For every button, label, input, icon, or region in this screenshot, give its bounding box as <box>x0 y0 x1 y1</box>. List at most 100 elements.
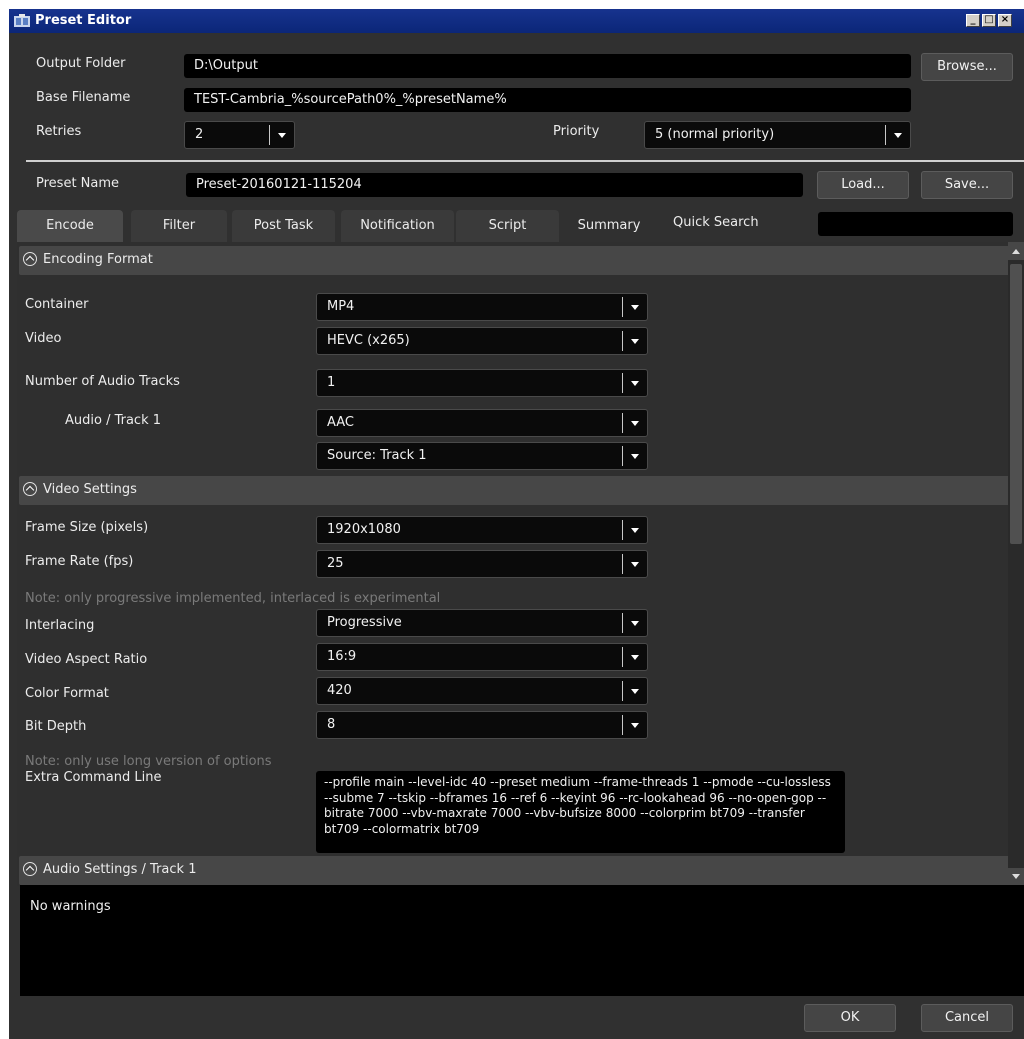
chevron-down-icon <box>631 723 639 728</box>
bit-depth-select[interactable]: 8 <box>316 711 648 739</box>
chevron-down-icon <box>631 655 639 660</box>
audio-track-label: Audio / Track 1 <box>65 413 162 428</box>
chevron-down-icon <box>631 562 639 567</box>
video-codec-select[interactable]: HEVC (x265) <box>316 327 648 355</box>
chevron-down-icon <box>278 133 286 138</box>
frame-rate-select[interactable]: 25 <box>316 550 648 578</box>
preset-editor-window: Preset Editor _ □ × Output Folder D:\Out… <box>9 9 1024 1039</box>
options-note: Note: only use long version of options <box>25 754 272 769</box>
combo-separator <box>622 373 623 393</box>
aspect-ratio-select[interactable]: 16:9 <box>316 643 648 671</box>
scroll-down-icon[interactable] <box>1008 868 1024 886</box>
collapse-icon <box>23 252 37 266</box>
interlacing-label: Interlacing <box>25 618 95 633</box>
video-codec-value: HEVC (x265) <box>327 333 410 348</box>
tab-script[interactable]: Script <box>456 210 559 242</box>
chevron-down-icon <box>631 305 639 310</box>
priority-select[interactable]: 5 (normal priority) <box>644 121 911 149</box>
save-button[interactable]: Save... <box>921 171 1013 199</box>
frame-rate-value: 25 <box>327 556 344 571</box>
combo-separator <box>622 647 623 667</box>
title-bar: Preset Editor _ □ × <box>9 9 1024 33</box>
audio-tracks-label: Number of Audio Tracks <box>25 374 180 389</box>
retries-label: Retries <box>36 124 82 139</box>
load-button[interactable]: Load... <box>817 171 909 199</box>
chevron-down-icon <box>631 421 639 426</box>
preset-name-label: Preset Name <box>36 176 120 191</box>
warnings-text: No warnings <box>30 899 111 914</box>
tab-encode[interactable]: Encode <box>17 210 123 242</box>
maximize-button[interactable]: □ <box>982 14 996 27</box>
footer-bar: OK Cancel <box>9 996 1024 1039</box>
audio-settings-header[interactable]: Audio Settings / Track 1 <box>19 856 1008 885</box>
collapse-icon <box>23 862 37 876</box>
frame-size-label: Frame Size (pixels) <box>25 520 149 535</box>
combo-separator <box>622 715 623 735</box>
chevron-down-icon <box>894 133 902 138</box>
aspect-ratio-value: 16:9 <box>327 649 357 664</box>
tab-filter[interactable]: Filter <box>131 210 227 242</box>
frame-size-value: 1920x1080 <box>327 522 401 537</box>
tab-notification[interactable]: Notification <box>341 210 454 242</box>
color-format-label: Color Format <box>25 686 109 701</box>
combo-separator <box>622 520 623 540</box>
chevron-down-icon <box>631 339 639 344</box>
chevron-down-icon <box>631 689 639 694</box>
combo-separator <box>622 331 623 351</box>
audio-codec-select[interactable]: AAC <box>316 409 648 437</box>
video-settings-header[interactable]: Video Settings <box>19 476 1008 505</box>
interlacing-value: Progressive <box>327 615 402 630</box>
scroll-thumb[interactable] <box>1010 264 1022 544</box>
chevron-down-icon <box>631 454 639 459</box>
retries-value: 2 <box>195 127 204 142</box>
base-filename-label: Base Filename <box>36 90 131 105</box>
chevron-down-icon <box>631 528 639 533</box>
bit-depth-label: Bit Depth <box>25 719 87 734</box>
frame-rate-label: Frame Rate (fps) <box>25 554 134 569</box>
preset-name-input[interactable]: Preset-20160121-115204 <box>186 173 803 197</box>
combo-separator <box>622 446 623 466</box>
quick-search-input[interactable] <box>818 212 1013 236</box>
close-button[interactable]: × <box>998 14 1012 27</box>
combo-separator <box>885 125 886 145</box>
interlace-note: Note: only progressive implemented, inte… <box>25 591 441 606</box>
priority-value: 5 (normal priority) <box>655 127 775 142</box>
extra-command-textarea[interactable]: --profile main --level-idc 40 --preset m… <box>316 771 845 853</box>
vertical-scrollbar[interactable] <box>1008 242 1024 886</box>
audio-tracks-select[interactable]: 1 <box>316 369 648 397</box>
color-format-select[interactable]: 420 <box>316 677 648 705</box>
audio-codec-value: AAC <box>327 415 354 430</box>
section-title: Video Settings <box>43 482 137 497</box>
priority-label: Priority <box>553 124 600 139</box>
tab-post-task[interactable]: Post Task <box>232 210 335 242</box>
container-value: MP4 <box>327 299 355 314</box>
browse-button[interactable]: Browse... <box>921 53 1013 81</box>
audio-source-select[interactable]: Source: Track 1 <box>316 442 648 470</box>
retries-select[interactable]: 2 <box>184 121 295 149</box>
encoding-format-header[interactable]: Encoding Format <box>19 246 1008 275</box>
container-select[interactable]: MP4 <box>316 293 648 321</box>
interlacing-select[interactable]: Progressive <box>316 609 648 637</box>
chevron-down-icon <box>631 381 639 386</box>
warnings-panel: No warnings <box>20 885 1024 996</box>
combo-separator <box>269 125 270 145</box>
output-folder-label: Output Folder <box>36 56 126 71</box>
scroll-up-icon[interactable] <box>1008 242 1024 260</box>
quick-search-label: Quick Search <box>673 215 759 230</box>
cancel-button[interactable]: Cancel <box>921 1004 1013 1032</box>
app-icon <box>14 14 30 27</box>
base-filename-input[interactable]: TEST-Cambria_%sourcePath0%_%presetName% <box>184 88 911 112</box>
ok-button[interactable]: OK <box>804 1004 896 1032</box>
section-title: Encoding Format <box>43 252 153 267</box>
minimize-button[interactable]: _ <box>966 14 980 27</box>
frame-size-select[interactable]: 1920x1080 <box>316 516 648 544</box>
audio-source-value: Source: Track 1 <box>327 448 427 463</box>
extra-command-label: Extra Command Line <box>25 770 162 785</box>
audio-tracks-value: 1 <box>327 375 336 390</box>
combo-separator <box>622 413 623 433</box>
combo-separator <box>622 554 623 574</box>
chevron-down-icon <box>631 621 639 626</box>
combo-separator <box>622 297 623 317</box>
tab-summary[interactable]: Summary <box>562 210 656 242</box>
output-folder-input[interactable]: D:\Output <box>184 54 911 78</box>
